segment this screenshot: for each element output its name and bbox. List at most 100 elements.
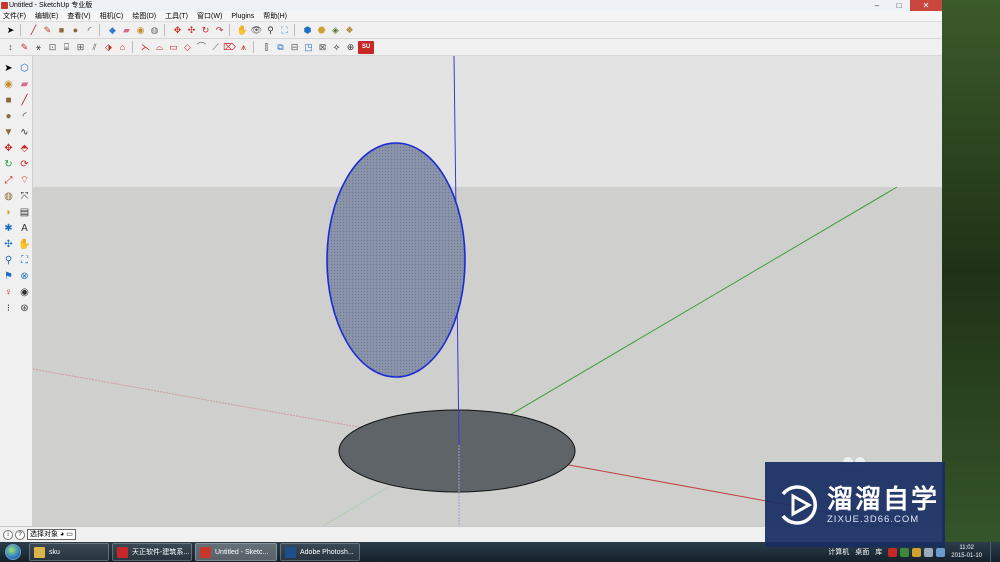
tool-icon[interactable]: ⟡ <box>330 41 343 54</box>
tool-icon[interactable]: ⊞ <box>74 41 87 54</box>
menu-edit[interactable]: 编辑(E) <box>35 11 58 21</box>
walk-icon[interactable]: ⁝ <box>1 301 16 316</box>
tool-icon[interactable]: ◳ <box>302 41 315 54</box>
zoom-extents-icon[interactable]: ⛶ <box>278 24 291 37</box>
plugin-icon[interactable]: ❖ <box>343 24 356 37</box>
start-button[interactable] <box>0 542 26 562</box>
make-component-icon[interactable]: ⬡ <box>17 61 32 76</box>
circle-icon[interactable]: ● <box>69 24 82 37</box>
arc-icon[interactable]: ◜ <box>17 109 32 124</box>
rectangle-icon[interactable]: ■ <box>55 24 68 37</box>
tool-icon[interactable]: ⫿ <box>260 41 273 54</box>
arc-icon[interactable]: ◜ <box>83 24 96 37</box>
tray-computer[interactable]: 计算机 <box>828 547 849 557</box>
zoom-window-icon[interactable]: ⛶ <box>17 253 32 268</box>
tool-icon[interactable]: ⊡ <box>46 41 59 54</box>
pan-icon[interactable]: ✋ <box>17 237 32 252</box>
base-disk[interactable] <box>338 409 576 493</box>
circle-icon[interactable]: ● <box>1 109 16 124</box>
tool-icon[interactable]: ⌦ <box>223 41 236 54</box>
axes-icon[interactable]: ✱ <box>1 221 16 236</box>
select-icon[interactable]: ➤ <box>1 61 16 76</box>
taskbar-item-sketchup[interactable]: Untitled - Sketc... <box>195 543 277 561</box>
show-desktop-button[interactable] <box>990 542 1000 562</box>
pan-icon[interactable]: ✋ <box>236 24 249 37</box>
tool-icon[interactable]: ⌸ <box>60 41 73 54</box>
move-icon[interactable]: ✥ <box>1 141 16 156</box>
protractor-icon[interactable]: ◗ <box>1 205 16 220</box>
paint-bucket-icon[interactable]: ◉ <box>134 24 147 37</box>
offset-icon[interactable]: ⌔ <box>17 173 32 188</box>
scale-icon[interactable]: ⤢ <box>1 173 16 188</box>
polygon-icon[interactable]: ▼ <box>1 125 16 140</box>
pencil-icon[interactable]: ✎ <box>41 24 54 37</box>
eraser-icon[interactable]: ▰ <box>120 24 133 37</box>
select-icon[interactable]: ➤ <box>4 24 17 37</box>
zoom-icon[interactable]: ⚲ <box>264 24 277 37</box>
su2go-icon[interactable]: SU <box>358 40 374 54</box>
tool-icon[interactable]: ⋋ <box>139 41 152 54</box>
layers-icon[interactable]: ◈ <box>329 24 342 37</box>
rotate-icon[interactable]: ↻ <box>1 157 16 172</box>
tool-icon[interactable]: ⚹ <box>32 41 45 54</box>
tool-icon[interactable]: ✎ <box>18 41 31 54</box>
menu-view[interactable]: 查看(V) <box>67 11 90 21</box>
taskbar-item-tangent[interactable]: 天正软件-建筑系... <box>112 543 192 561</box>
menu-plugins[interactable]: Plugins <box>231 11 254 21</box>
menu-window[interactable]: 窗口(W) <box>197 11 222 21</box>
freehand-icon[interactable]: ∿ <box>17 125 32 140</box>
previous-view-icon[interactable]: ⚑ <box>1 269 16 284</box>
menu-tools[interactable]: 工具(T) <box>165 11 188 21</box>
menu-draw[interactable]: 绘图(D) <box>132 11 156 21</box>
menu-camera[interactable]: 相机(C) <box>100 11 124 21</box>
orbit-icon[interactable]: ✣ <box>1 237 16 252</box>
tool-icon[interactable]: ⊠ <box>316 41 329 54</box>
eraser-icon[interactable]: ▰ <box>17 77 32 92</box>
section-plane-icon[interactable]: ⊛ <box>17 301 32 316</box>
components-icon[interactable]: ⬣ <box>315 24 328 37</box>
zoom-icon[interactable]: ⚲ <box>1 253 16 268</box>
help-icon[interactable]: ? <box>15 529 25 540</box>
line-icon[interactable]: ╱ <box>27 24 40 37</box>
paint-bucket-icon[interactable]: ◉ <box>1 77 16 92</box>
section-cut-icon[interactable]: ↕ <box>4 41 17 54</box>
tool-icon[interactable]: ⬗ <box>102 41 115 54</box>
tool-icon[interactable]: ⊕ <box>344 41 357 54</box>
clock[interactable]: 11:02 2015-01-10 <box>951 544 982 560</box>
scene-canvas[interactable] <box>33 56 942 526</box>
update-icon[interactable] <box>912 547 922 557</box>
tool-icon[interactable]: ⟋ <box>209 41 222 54</box>
drawing-viewport[interactable] <box>33 56 942 526</box>
tool-icon[interactable]: ⩚ <box>237 41 250 54</box>
look-around-icon[interactable]: 👁 <box>250 24 263 37</box>
tool-icon[interactable]: ⌒ <box>195 41 208 54</box>
selected-face[interactable] <box>326 142 466 378</box>
security-icon[interactable] <box>900 547 910 557</box>
tool-icon[interactable]: ⫽ <box>88 41 101 54</box>
follow-me-icon[interactable]: ↷ <box>213 24 226 37</box>
tool-icon[interactable]: ⧉ <box>274 41 287 54</box>
push-pull-icon[interactable]: ⬘ <box>17 141 32 156</box>
look-around-icon[interactable]: ◉ <box>17 285 32 300</box>
tape-measure-icon[interactable]: ◍ <box>148 24 161 37</box>
menu-file[interactable]: 文件(F) <box>3 11 26 21</box>
title-bar[interactable]: Untitled - SketchUp 专业版 – □ ✕ <box>0 0 942 11</box>
taskbar-item-photoshop[interactable]: Adobe Photosh... <box>280 543 360 561</box>
tape-measure-icon[interactable]: ◍ <box>1 189 16 204</box>
text-icon[interactable]: ▤ <box>17 205 32 220</box>
network-icon[interactable] <box>888 547 898 557</box>
volume-icon[interactable] <box>924 547 934 557</box>
line-icon[interactable]: ╱ <box>17 93 32 108</box>
tool-icon[interactable]: ⌂ <box>116 41 129 54</box>
tray-library[interactable]: 库 <box>875 547 882 557</box>
minimize-button[interactable]: – <box>866 0 888 11</box>
tool-icon[interactable]: ◇ <box>181 41 194 54</box>
menu-help[interactable]: 帮助(H) <box>263 11 287 21</box>
rectangle-icon[interactable]: ■ <box>1 93 16 108</box>
info-icon[interactable]: i <box>3 529 13 540</box>
dimension-icon[interactable]: ⤧ <box>17 189 32 204</box>
move-icon[interactable]: ✥ <box>171 24 184 37</box>
rotate-icon[interactable]: ✣ <box>185 24 198 37</box>
maximize-button[interactable]: □ <box>888 0 910 11</box>
position-camera-icon[interactable]: ♀ <box>1 285 16 300</box>
